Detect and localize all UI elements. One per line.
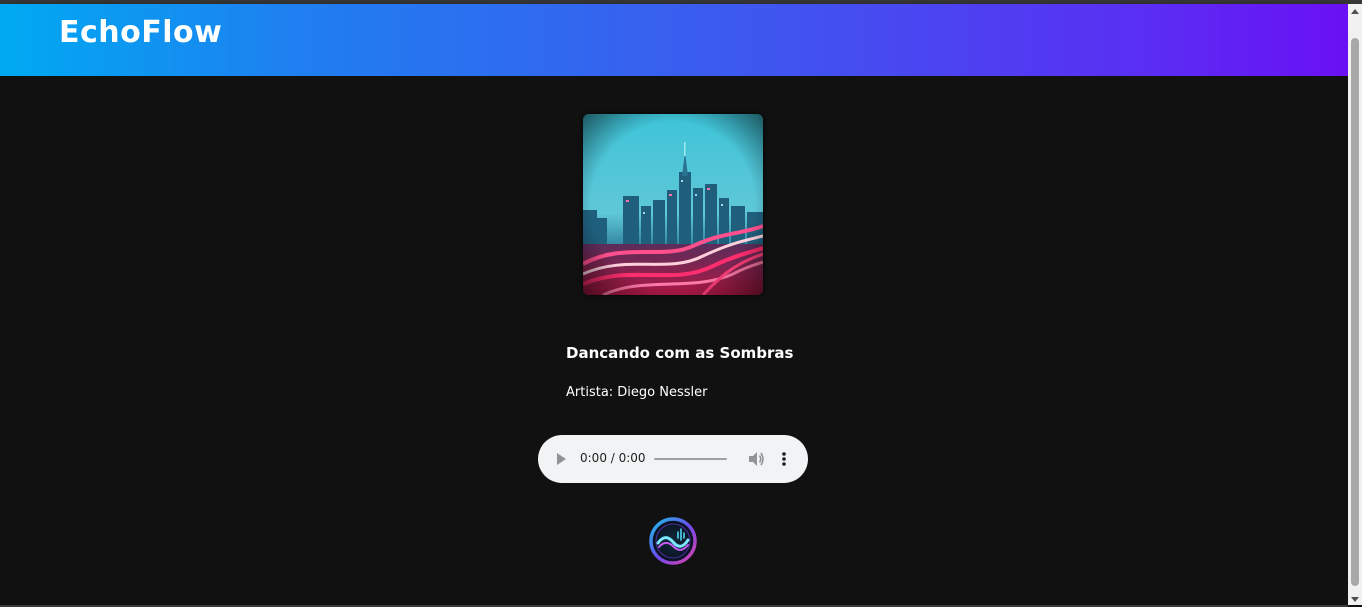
page-scrollbar[interactable]	[1348, 4, 1362, 605]
soundwave-logo-icon	[648, 516, 698, 566]
more-vert-icon[interactable]	[779, 449, 789, 469]
volume-icon[interactable]	[747, 449, 765, 469]
play-icon[interactable]	[552, 450, 570, 468]
brand-logo-text[interactable]: EchoFlow	[59, 15, 222, 50]
city-neon-artwork	[583, 114, 763, 295]
site-header: EchoFlow	[0, 4, 1348, 76]
time-display: 0:00 / 0:00	[580, 451, 646, 465]
scroll-down-arrow-icon[interactable]	[1348, 591, 1362, 605]
album-cover	[583, 114, 763, 295]
track-artist: Artista: Diego Nessler	[566, 385, 708, 400]
progress-track	[654, 458, 727, 460]
progress-slider[interactable]	[654, 457, 727, 461]
scroll-up-arrow-icon[interactable]	[1348, 4, 1362, 18]
main-content: Dancando com as Sombras Artista: Diego N…	[0, 76, 1348, 605]
audio-player[interactable]: 0:00 / 0:00	[538, 435, 808, 483]
app-window: EchoFlow Dancando com as Sombras Artista…	[0, 0, 1362, 607]
track-title: Dancando com as Sombras	[566, 344, 794, 362]
scrollbar-thumb[interactable]	[1351, 38, 1359, 586]
